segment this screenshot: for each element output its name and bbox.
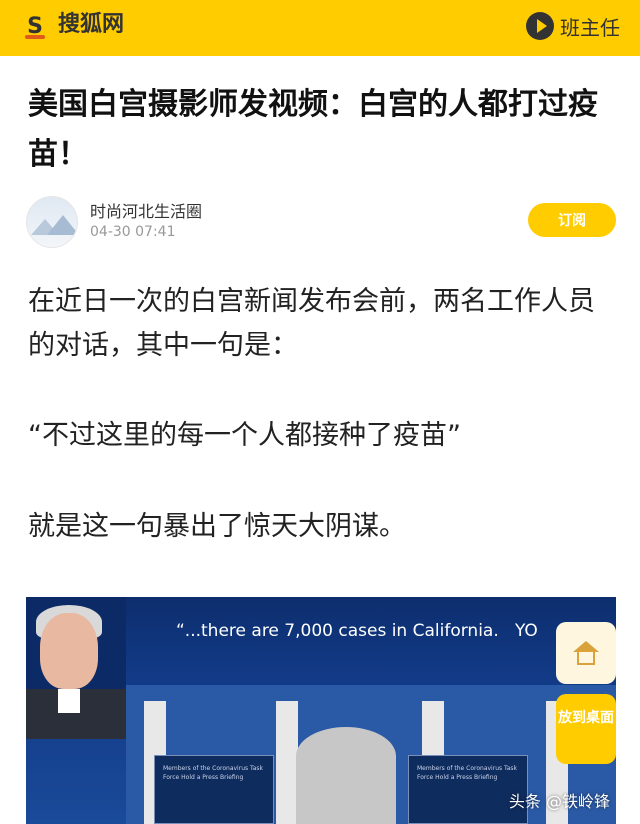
watermark: 头条 @铁岭锋 xyxy=(508,792,610,811)
briefing-sign: Members of the Coronavirus Task Force Ho… xyxy=(154,755,274,824)
home-float-button[interactable] xyxy=(556,622,616,684)
sohu-logo-icon[interactable]: S xyxy=(22,11,48,41)
article-paragraph: 在近日一次的白宫新闻发布会前，两名工作人员的对话，其中一句是： xyxy=(28,286,595,361)
article-paragraph: 就是这一句暴出了惊天大阴谋。 xyxy=(28,511,406,542)
subscribe-button[interactable]: 订阅 xyxy=(528,203,616,237)
home-icon xyxy=(573,641,599,665)
video-caption: “...there are 7,000 cases in California.… xyxy=(176,621,538,641)
podium xyxy=(296,727,396,824)
site-name[interactable]: 搜狐网 xyxy=(58,10,124,40)
author-avatar[interactable] xyxy=(26,196,78,248)
article-title: 美国白宫摄影师发视频：白宫的人都打过疫苗！ xyxy=(28,87,598,172)
article-paragraph: “不过这里的每一个人都接种了疫苗” xyxy=(28,420,461,451)
publish-time: 04-30 07:41 xyxy=(90,224,176,240)
top-bar: S 搜狐网 班主任 xyxy=(0,0,640,56)
class-teacher-button[interactable]: 班主任 xyxy=(526,10,620,42)
add-to-desktop-button[interactable]: 放到桌面 xyxy=(556,694,616,764)
class-teacher-label: 班主任 xyxy=(560,15,620,40)
author-name[interactable]: 时尚河北生活圈 xyxy=(90,198,202,222)
play-icon xyxy=(526,12,554,40)
speaker-portrait xyxy=(26,597,126,739)
